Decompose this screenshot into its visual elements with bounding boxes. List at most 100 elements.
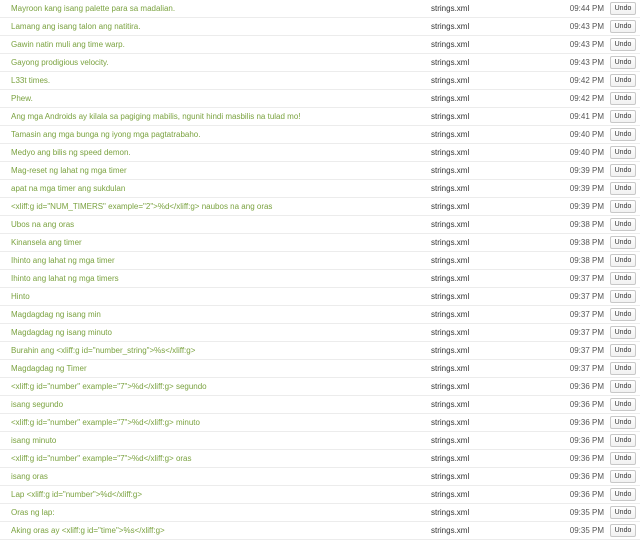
translation-text: Gawin natin muli ang time warp. (11, 40, 125, 49)
history-row: Ubos na ang oras strings.xml 09:38 PM Undo (0, 216, 640, 234)
undo-button[interactable]: Undo (610, 326, 636, 339)
undo-button[interactable]: Undo (610, 308, 636, 321)
file-name: strings.xml (431, 292, 470, 301)
translation-text: Hinto (11, 292, 30, 301)
timestamp: 09:36 PM (569, 472, 604, 481)
timestamp: 09:37 PM (569, 346, 604, 355)
undo-button[interactable]: Undo (610, 290, 636, 303)
undo-button[interactable]: Undo (610, 74, 636, 87)
file-name: strings.xml (431, 400, 470, 409)
undo-button[interactable]: Undo (610, 524, 636, 537)
history-row: Oras ng lap: strings.xml 09:35 PM Undo (0, 504, 640, 522)
history-row: isang minuto strings.xml 09:36 PM Undo (0, 432, 640, 450)
file-name: strings.xml (431, 166, 470, 175)
file-name: strings.xml (431, 238, 470, 247)
translation-text: Magdagdag ng isang minuto (11, 328, 112, 337)
translation-text: Mayroon kang isang palette para sa madal… (11, 4, 176, 13)
timestamp: 09:37 PM (569, 292, 604, 301)
history-row: Magdagdag ng Timer strings.xml 09:37 PM Und… (0, 360, 640, 378)
file-name: strings.xml (431, 40, 470, 49)
history-row: Ihinto ang lahat ng mga timer strings.xml… (0, 252, 640, 270)
history-row: Gawin natin muli ang time warp. strings.x… (0, 36, 640, 54)
history-row: Gayong prodigious velocity. strings.xml 09… (0, 54, 640, 72)
timestamp: 09:38 PM (569, 256, 604, 265)
timestamp: 09:41 PM (569, 112, 604, 121)
translation-text: Oras ng lap: (11, 508, 55, 517)
undo-button[interactable]: Undo (610, 470, 636, 483)
timestamp: 09:40 PM (569, 130, 604, 139)
history-row: Magdagdag ng isang min strings.xml 09:37 P… (0, 306, 640, 324)
undo-button[interactable]: Undo (610, 128, 636, 141)
timestamp: 09:37 PM (569, 310, 604, 319)
file-name: strings.xml (431, 184, 470, 193)
undo-button[interactable]: Undo (610, 2, 636, 15)
file-name: strings.xml (431, 202, 470, 211)
undo-button[interactable]: Undo (610, 92, 636, 105)
history-row: <xliff:g id="NUM_TIMERS" example="2">%d<… (0, 198, 640, 216)
undo-button[interactable]: Undo (610, 344, 636, 357)
history-row: <xliff:g id="number" example="7">%d</xli… (0, 378, 640, 396)
file-name: strings.xml (431, 328, 470, 337)
undo-button[interactable]: Undo (610, 182, 636, 195)
translation-text: Ihinto ang lahat ng mga timers (11, 274, 119, 283)
timestamp: 09:36 PM (569, 454, 604, 463)
undo-button[interactable]: Undo (610, 56, 636, 69)
undo-button[interactable]: Undo (610, 434, 636, 447)
file-name: strings.xml (431, 346, 470, 355)
history-row: Kinansela ang timer strings.xml 09:38 PM Un… (0, 234, 640, 252)
file-name: strings.xml (431, 526, 470, 535)
undo-button[interactable]: Undo (610, 488, 636, 501)
undo-button[interactable]: Undo (610, 452, 636, 465)
undo-button[interactable]: Undo (610, 506, 636, 519)
file-name: strings.xml (431, 220, 470, 229)
translation-text: L33t times. (11, 76, 51, 85)
undo-button[interactable]: Undo (610, 362, 636, 375)
file-name: strings.xml (431, 418, 470, 427)
timestamp: 09:36 PM (569, 400, 604, 409)
timestamp: 09:38 PM (569, 220, 604, 229)
history-row: Lamang ang isang talon ang natitira. stri… (0, 18, 640, 36)
timestamp: 09:39 PM (569, 202, 604, 211)
timestamp: 09:37 PM (569, 364, 604, 373)
translation-text: Medyo ang bilis ng speed demon. (11, 148, 131, 157)
history-row: apat na mga timer ang sukdulan strings.xm… (0, 180, 640, 198)
timestamp: 09:35 PM (569, 526, 604, 535)
translation-text: Ihinto ang lahat ng mga timer (11, 256, 115, 265)
file-name: strings.xml (431, 148, 470, 157)
history-row: Magdagdag ng isang minuto strings.xml 09:3… (0, 324, 640, 342)
undo-button[interactable]: Undo (610, 398, 636, 411)
undo-button[interactable]: Undo (610, 254, 636, 267)
history-row: Aking oras ay <xliff:g id="time">%s</xli… (0, 522, 640, 540)
undo-button[interactable]: Undo (610, 380, 636, 393)
timestamp: 09:43 PM (569, 40, 604, 49)
file-name: strings.xml (431, 22, 470, 31)
file-name: strings.xml (431, 112, 470, 121)
undo-button[interactable]: Undo (610, 416, 636, 429)
history-row: Ihinto ang lahat ng mga timers strings.xm… (0, 270, 640, 288)
translation-text: Tamasin ang mga bunga ng iyong mga pagta… (11, 130, 201, 139)
translation-text: Gayong prodigious velocity. (11, 58, 109, 67)
translation-text: <xliff:g id="number" example="7">%d</xli… (11, 454, 192, 463)
file-name: strings.xml (431, 508, 470, 517)
timestamp: 09:39 PM (569, 166, 604, 175)
undo-button[interactable]: Undo (610, 38, 636, 51)
translation-text: <xliff:g id="number" example="7">%d</xli… (11, 382, 207, 391)
file-name: strings.xml (431, 94, 470, 103)
timestamp: 09:39 PM (569, 184, 604, 193)
undo-button[interactable]: Undo (610, 20, 636, 33)
undo-button[interactable]: Undo (610, 146, 636, 159)
file-name: strings.xml (431, 310, 470, 319)
undo-button[interactable]: Undo (610, 200, 636, 213)
undo-button[interactable]: Undo (610, 236, 636, 249)
translation-text: Magdagdag ng Timer (11, 364, 87, 373)
undo-button[interactable]: Undo (610, 110, 636, 123)
translation-text: isang minuto (11, 436, 57, 445)
undo-button[interactable]: Undo (610, 272, 636, 285)
translation-history-list: Mayroon kang isang palette para sa madal… (0, 0, 640, 540)
undo-button[interactable]: Undo (610, 164, 636, 177)
translation-text: Kinansela ang timer (11, 238, 82, 247)
file-name: strings.xml (431, 4, 470, 13)
timestamp: 09:43 PM (569, 58, 604, 67)
undo-button[interactable]: Undo (610, 218, 636, 231)
file-name: strings.xml (431, 76, 470, 85)
